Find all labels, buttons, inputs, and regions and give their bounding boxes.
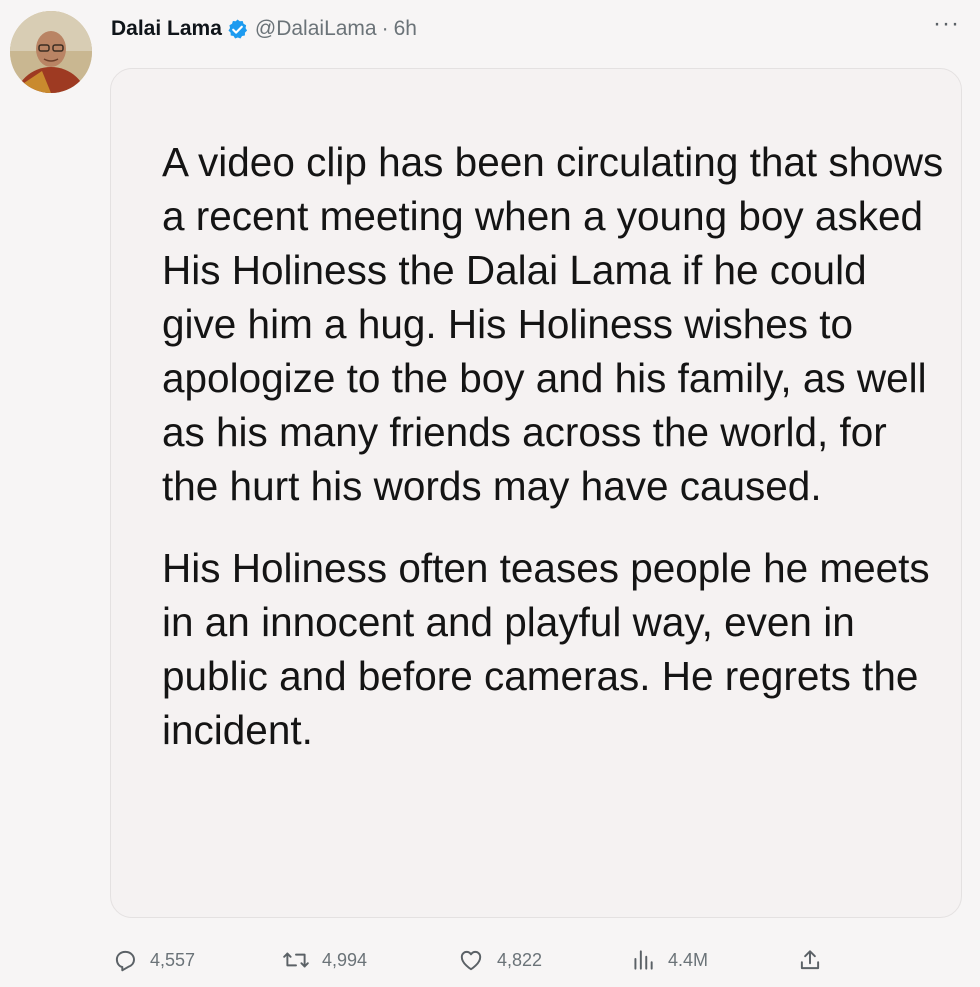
- retweet-icon: [283, 952, 309, 968]
- avatar-image: [10, 11, 92, 93]
- more-icon[interactable]: ···: [933, 12, 960, 36]
- reply-icon: [115, 950, 135, 972]
- action-bar: 4,557 4,994 4,822 4.4M: [0, 940, 980, 980]
- share-button[interactable]: [797, 940, 823, 980]
- handle[interactable]: @DalaiLama: [255, 17, 377, 41]
- statement-paragraph-2: His Holiness often teases people he meet…: [162, 545, 930, 753]
- verified-badge-icon: [226, 18, 249, 41]
- separator-dot: ·: [381, 17, 389, 40]
- heart-icon: [460, 950, 482, 971]
- views-count: 4.4M: [668, 949, 709, 970]
- statement-paragraph-1: A video clip has been circulating that s…: [162, 139, 944, 509]
- like-count: 4,822: [497, 949, 543, 970]
- tweet-header: Dalai Lama @DalaiLama · 6h: [111, 12, 417, 46]
- reply-count: 4,557: [150, 949, 196, 970]
- views-icon: [634, 950, 653, 970]
- retweet-count: 4,994: [322, 949, 368, 970]
- views-button[interactable]: 4.4M: [630, 940, 708, 980]
- statement-text: A video clip has been circulating that s…: [162, 135, 952, 757]
- timestamp[interactable]: 6h: [394, 17, 417, 41]
- tweet[interactable]: Dalai Lama @DalaiLama · 6h ··· A video c…: [0, 0, 980, 987]
- display-name[interactable]: Dalai Lama: [111, 17, 222, 41]
- tweet-image-card[interactable]: A video clip has been circulating that s…: [110, 68, 962, 918]
- like-button[interactable]: 4,822: [457, 940, 542, 980]
- share-icon: [800, 950, 820, 970]
- retweet-button[interactable]: 4,994: [282, 940, 367, 980]
- reply-button[interactable]: 4,557: [112, 940, 195, 980]
- avatar[interactable]: [10, 11, 92, 93]
